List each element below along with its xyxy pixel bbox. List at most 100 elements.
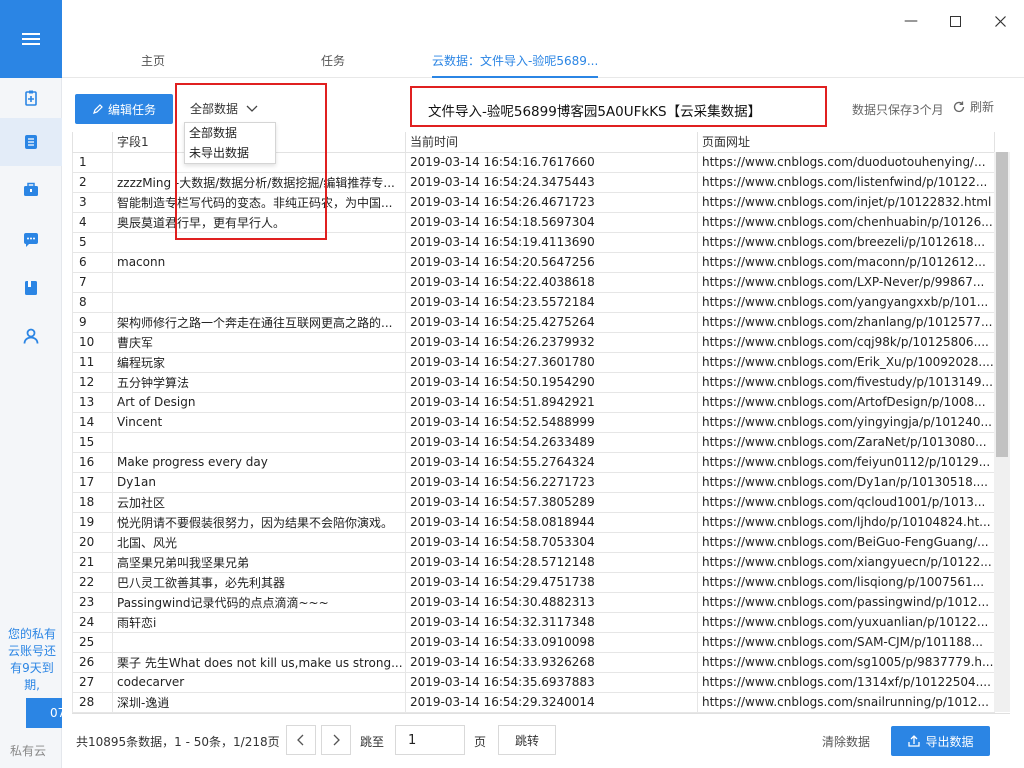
cell-index: 4 [72, 211, 113, 233]
private-cloud-label[interactable]: 私有云 [10, 742, 46, 759]
clear-data-button[interactable]: 清除数据 [822, 733, 870, 750]
tab-home[interactable]: 主页 [141, 52, 165, 78]
cell-field1: 架构师修行之路一个奔走在通往互联网更高之路的... [112, 311, 406, 333]
table-row[interactable]: 19 悦光阴请不要假装很努力，因为结果不会陪你演戏。 2019-03-14 16:5… [72, 511, 995, 533]
cell-url: https://www.cnblogs.com/maconn/p/1012612… [697, 251, 995, 273]
cell-time: 2019-03-14 16:54:23.5572184 [405, 291, 698, 313]
table-row[interactable]: 18 云加社区 2019-03-14 16:54:57.3805289 https:/… [72, 491, 995, 513]
table-row[interactable]: 12 五分钟学算法 2019-03-14 16:54:50.1954290 https… [72, 371, 995, 393]
cell-field1: 悦光阴请不要假装很努力，因为结果不会陪你演戏。 [112, 511, 406, 533]
refresh-button[interactable]: 刷新 [952, 98, 994, 115]
table-row[interactable]: 14 Vincent 2019-03-14 16:54:52.5488999 http… [72, 411, 995, 433]
cell-field1 [112, 271, 406, 293]
minimize-button[interactable]: — [896, 10, 926, 32]
table-row[interactable]: 28 深圳-逸逍 2019-03-14 16:54:29.3240014 https:… [72, 691, 995, 713]
filter-dropdown: 全部数据 未导出数据 [184, 122, 276, 164]
column-header-time[interactable]: 当前时间 [405, 132, 698, 153]
table-row[interactable]: 27 codecarver 2019-03-14 16:54:35.6937883 h… [72, 671, 995, 693]
sidebar-item-toolbox[interactable] [0, 166, 62, 214]
sidebar-item-user[interactable] [0, 312, 62, 360]
table-row[interactable]: 20 北国、风光 2019-03-14 16:54:58.7053304 https:… [72, 531, 995, 553]
column-header-url[interactable]: 页面网址 [697, 132, 995, 153]
column-header-index[interactable] [72, 132, 113, 153]
cell-field1: 五分钟学算法 [112, 371, 406, 393]
data-table: 字段1 当前时间 页面网址 1 2019-03-14 16:54:16.76176… [72, 132, 995, 713]
cell-index: 26 [72, 651, 113, 673]
cell-url: https://www.cnblogs.com/snailrunning/p/1… [697, 691, 995, 713]
chevron-down-icon [246, 105, 258, 112]
cell-url: https://www.cnblogs.com/sg1005/p/9837779… [697, 651, 995, 673]
table-row[interactable]: 7 2019-03-14 16:54:22.4038618 https://www.… [72, 271, 995, 293]
cell-index: 16 [72, 451, 113, 473]
cell-field1: Art of Design [112, 391, 406, 413]
table-row[interactable]: 2 zzzzMing -大数据/数据分析/数据挖掘/编辑推荐专... 2019-03… [72, 171, 995, 193]
table-row[interactable]: 13 Art of Design 2019-03-14 16:54:51.89429… [72, 391, 995, 413]
table-row[interactable]: 24 雨轩恋i 2019-03-14 16:54:32.3117348 https:/… [72, 611, 995, 633]
next-page-button[interactable] [321, 725, 351, 755]
table-row[interactable]: 22 巴八灵工欲善其事，必先利其器 2019-03-14 16:54:29.4751… [72, 571, 995, 593]
private-cloud-promo: 您的私有云账号还有9天到期, 07 [0, 626, 62, 734]
cell-index: 28 [72, 691, 113, 713]
menu-toggle[interactable] [0, 0, 62, 78]
table-row[interactable]: 26 栗子 先生What does not kill us,make us str… [72, 651, 995, 673]
table-row[interactable]: 11 编程玩家 2019-03-14 16:54:27.3601780 https:/… [72, 351, 995, 373]
table-row[interactable]: 16 Make progress every day 2019-03-14 16:5… [72, 451, 995, 473]
sidebar-item-task-list[interactable] [0, 118, 62, 166]
cell-field1 [112, 431, 406, 453]
table-row[interactable]: 6 maconn 2019-03-14 16:54:20.5647256 https:… [72, 251, 995, 273]
promo-button[interactable]: 07 [26, 698, 62, 728]
vertical-scrollbar[interactable] [994, 152, 1010, 712]
cell-time: 2019-03-14 16:54:27.3601780 [405, 351, 698, 373]
cell-time: 2019-03-14 16:54:20.5647256 [405, 251, 698, 273]
data-grid: 字段1 当前时间 页面网址 1 2019-03-14 16:54:16.76176… [72, 132, 1010, 714]
table-row[interactable]: 17 Dy1an 2019-03-14 16:54:56.2271723 https:… [72, 471, 995, 493]
table-row[interactable]: 25 2019-03-14 16:54:33.0910098 https://www… [72, 631, 995, 653]
data-filter-select[interactable]: 全部数据 [190, 100, 258, 117]
cell-url: https://www.cnblogs.com/ljhdo/p/10104824… [697, 511, 995, 533]
edit-task-button[interactable]: 编辑任务 [75, 94, 173, 124]
sidebar-item-message[interactable] [0, 216, 62, 264]
cell-url: https://www.cnblogs.com/breezeli/p/10126… [697, 231, 995, 253]
tab-tasks[interactable]: 任务 [321, 52, 345, 78]
table-row[interactable]: 23 Passingwind记录代码的点点滴滴~~~ 2019-03-14 16:5… [72, 591, 995, 613]
cell-time: 2019-03-14 16:54:30.4882313 [405, 591, 698, 613]
scrollbar-thumb[interactable] [996, 152, 1008, 457]
cell-index: 20 [72, 531, 113, 553]
cell-url: https://www.cnblogs.com/LXP-Never/p/9986… [697, 271, 995, 293]
table-row[interactable]: 8 2019-03-14 16:54:23.5572184 https://www.… [72, 291, 995, 313]
cell-index: 3 [72, 191, 113, 213]
cell-url: https://www.cnblogs.com/listenfwind/p/10… [697, 171, 995, 193]
filter-option-unexported[interactable]: 未导出数据 [185, 143, 275, 163]
cell-time: 2019-03-14 16:54:55.2764324 [405, 451, 698, 473]
cell-time: 2019-03-14 16:54:57.3805289 [405, 491, 698, 513]
page-number-input[interactable] [395, 725, 465, 755]
table-row[interactable]: 9 架构师修行之路一个奔走在通往互联网更高之路的... 2019-03-14 16:… [72, 311, 995, 333]
cell-time: 2019-03-14 16:54:52.5488999 [405, 411, 698, 433]
tab-cloud-data[interactable]: 云数据：文件导入-验呢5689... [432, 52, 599, 78]
table-row[interactable]: 3 智能制造专栏写代码的变态。非纯正码农，为中国... 2019-03-14 16:… [72, 191, 995, 213]
go-to-page-button[interactable]: 跳转 [498, 725, 556, 755]
table-row[interactable]: 4 奥辰莫道君行早，更有早行人。 2019-03-14 16:54:18.56973… [72, 211, 995, 233]
table-row[interactable]: 5 2019-03-14 16:54:19.4113690 https://www.… [72, 231, 995, 253]
sidebar-item-new-task[interactable] [0, 78, 62, 118]
maximize-button[interactable] [940, 10, 970, 32]
cell-field1: 高坚果兄弟叫我坚果兄弟 [112, 551, 406, 573]
cell-field1: 编程玩家 [112, 351, 406, 373]
cell-time: 2019-03-14 16:54:26.2379932 [405, 331, 698, 353]
prev-page-button[interactable] [286, 725, 316, 755]
cell-url: https://www.cnblogs.com/Dy1an/p/10130518… [697, 471, 995, 493]
cell-url: https://www.cnblogs.com/Erik_Xu/p/100920… [697, 351, 995, 373]
table-row[interactable]: 10 曹庆军 2019-03-14 16:54:26.2379932 https://… [72, 331, 995, 353]
cell-index: 17 [72, 471, 113, 493]
chevron-left-icon [297, 734, 304, 746]
table-row[interactable]: 15 2019-03-14 16:54:54.2633489 https://www… [72, 431, 995, 453]
pencil-icon [93, 104, 103, 114]
tab-bar: 主页 任务 云数据：文件导入-验呢5689... [62, 44, 1024, 78]
sidebar-item-book[interactable] [0, 264, 62, 312]
close-button[interactable] [985, 10, 1015, 32]
export-data-button[interactable]: 导出数据 [891, 726, 990, 756]
filter-option-all[interactable]: 全部数据 [185, 123, 275, 143]
cell-index: 7 [72, 271, 113, 293]
table-row[interactable]: 21 高坚果兄弟叫我坚果兄弟 2019-03-14 16:54:28.5712148… [72, 551, 995, 573]
cell-url: https://www.cnblogs.com/injet/p/10122832… [697, 191, 995, 213]
